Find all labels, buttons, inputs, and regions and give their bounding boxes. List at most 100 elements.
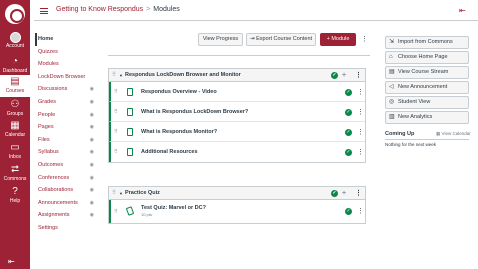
choose-home-page-button[interactable]: ⌂ Choose Home Page bbox=[385, 51, 469, 64]
published-check-icon[interactable]: ✓ bbox=[345, 208, 352, 215]
item-options-icon[interactable]: ⋮ bbox=[357, 149, 364, 156]
module-item-title[interactable]: What is Respondus Monitor? bbox=[141, 129, 217, 135]
add-module-button[interactable]: + Module bbox=[320, 33, 356, 46]
sidebar-button-label: Import from Commons bbox=[398, 39, 453, 45]
nav-help[interactable]: ? Help bbox=[0, 185, 30, 204]
view-progress-button[interactable]: View Progress bbox=[198, 33, 243, 46]
course-nav-label: LockDown Browser bbox=[38, 73, 86, 80]
drag-handle-icon[interactable]: ⠿ bbox=[112, 69, 116, 82]
sidebar-button-label: Student View bbox=[398, 99, 431, 105]
caret-down-icon[interactable]: ▼ bbox=[119, 69, 123, 82]
course-nav-label: Assignments bbox=[38, 212, 70, 219]
drag-handle-icon[interactable]: ⠿ bbox=[114, 129, 118, 135]
course-nav-item-discussions[interactable]: Discussions ◉ bbox=[38, 83, 96, 96]
published-check-icon[interactable]: ✓ bbox=[345, 109, 352, 116]
more-options-icon[interactable]: ⋮ bbox=[361, 36, 368, 43]
drag-handle-icon[interactable]: ⠿ bbox=[114, 89, 118, 95]
published-check-icon[interactable]: ✓ bbox=[331, 190, 338, 197]
course-nav-item-quizzes[interactable]: Quizzes bbox=[38, 46, 96, 59]
student-view-button[interactable]: ◎ Student View bbox=[385, 96, 469, 109]
course-nav-item-modules[interactable]: Modules bbox=[38, 58, 96, 71]
published-check-icon[interactable]: ✓ bbox=[345, 129, 352, 136]
nav-courses[interactable]: ▤ Courses bbox=[0, 75, 30, 97]
item-options-icon[interactable]: ⋮ bbox=[357, 109, 364, 116]
item-options-icon[interactable]: ⋮ bbox=[357, 89, 364, 96]
module-header[interactable]: ⠿ ▼ Respondus LockDown Browser and Monit… bbox=[109, 69, 365, 82]
caret-down-icon[interactable]: ▼ bbox=[119, 187, 123, 200]
header-divider bbox=[34, 20, 478, 21]
item-options-icon[interactable]: ⋮ bbox=[357, 129, 364, 136]
drag-handle-icon[interactable]: ⠿ bbox=[114, 209, 118, 215]
module-item-title[interactable]: What is Respondus LockDown Browser? bbox=[141, 109, 248, 115]
module-item[interactable]: ⠿ Respondus Overview - Video ✓ ⋮ bbox=[109, 82, 365, 102]
nav-dashboard[interactable]: ◔ Dashboard bbox=[0, 55, 30, 74]
module-title: Respondus LockDown Browser and Monitor bbox=[125, 72, 241, 78]
course-nav-item-pages[interactable]: Pages ◉ bbox=[38, 121, 96, 134]
view-course-stream-button[interactable]: ▤ View Course Stream bbox=[385, 66, 469, 79]
course-nav-item-files[interactable]: Files ◉ bbox=[38, 134, 96, 147]
hidden-eye-icon: ◉ bbox=[89, 136, 94, 143]
page-icon bbox=[127, 128, 133, 136]
nav-calendar-label: Calendar bbox=[4, 132, 26, 138]
institution-logo[interactable] bbox=[5, 4, 25, 24]
module-item[interactable]: ⠿ Test Quiz: Marvel or DC? 10 pts ✓ ⋮ bbox=[109, 200, 365, 223]
published-check-icon[interactable]: ✓ bbox=[345, 149, 352, 156]
collapse-nav-icon[interactable]: ⇤ bbox=[8, 257, 15, 266]
add-item-icon[interactable]: + bbox=[342, 72, 346, 79]
nav-calendar[interactable]: ▦ Calendar bbox=[0, 119, 30, 138]
course-nav-item-people[interactable]: People ◉ bbox=[38, 109, 96, 122]
course-nav-item-conferences[interactable]: Conferences ◉ bbox=[38, 172, 96, 185]
course-nav-label: Pages bbox=[38, 124, 54, 131]
module-item[interactable]: ⠿ What is Respondus Monitor? ✓ ⋮ bbox=[109, 122, 365, 142]
import-from-commons-button[interactable]: ⇲ Import from Commons bbox=[385, 36, 469, 49]
course-nav-label: Modules bbox=[38, 61, 59, 68]
course-nav-item-announcements[interactable]: Announcements ◉ bbox=[38, 197, 96, 210]
drag-handle-icon[interactable]: ⠿ bbox=[114, 149, 118, 155]
drag-handle-icon[interactable]: ⠿ bbox=[112, 187, 116, 200]
module-item-title[interactable]: Respondus Overview - Video bbox=[141, 89, 217, 95]
quiz-rocket-icon bbox=[125, 206, 135, 216]
course-nav-item-home[interactable]: Home bbox=[35, 33, 96, 46]
module-item[interactable]: ⠿ What is Respondus LockDown Browser? ✓ … bbox=[109, 102, 365, 122]
calendar-icon: ▦ bbox=[436, 131, 441, 136]
course-nav-label: Files bbox=[38, 136, 50, 143]
course-nav-label: Outcomes bbox=[38, 161, 64, 168]
item-options-icon[interactable]: ⋮ bbox=[357, 208, 364, 215]
nav-account[interactable]: Account bbox=[0, 32, 30, 49]
analytics-icon: ▥ bbox=[389, 114, 395, 120]
breadcrumb-course-link[interactable]: Getting to Know Respondus bbox=[56, 6, 143, 13]
course-nav-item-assignments[interactable]: Assignments ◉ bbox=[38, 209, 96, 222]
nav-groups[interactable]: ⚇ Groups bbox=[0, 98, 30, 117]
course-nav-item-lockdown-browser[interactable]: LockDown Browser bbox=[38, 71, 96, 84]
nav-commons[interactable]: ⮂ Commons bbox=[0, 163, 30, 182]
export-course-content-button[interactable]: ⇥ Export Course Content bbox=[246, 33, 316, 46]
coming-up-title: Coming Up bbox=[385, 131, 415, 137]
course-nav-item-collaborations[interactable]: Collaborations ◉ bbox=[38, 184, 96, 197]
nav-dashboard-label: Dashboard bbox=[2, 68, 28, 74]
new-announcement-button[interactable]: ◁ New Announcement bbox=[385, 81, 469, 94]
module-options-icon[interactable]: ⋮ bbox=[355, 72, 362, 79]
course-nav-item-syllabus[interactable]: Syllabus ◉ bbox=[38, 146, 96, 159]
course-menu-toggle-icon[interactable] bbox=[40, 8, 48, 14]
published-check-icon[interactable]: ✓ bbox=[345, 89, 352, 96]
module-item[interactable]: ⠿ Additional Resources ✓ ⋮ bbox=[109, 142, 365, 162]
view-calendar-link[interactable]: ▦ View Calendar bbox=[436, 131, 471, 137]
nav-account-label: Account bbox=[5, 43, 25, 49]
new-analytics-button[interactable]: ▥ New Analytics bbox=[385, 111, 469, 124]
course-nav-item-settings[interactable]: Settings bbox=[38, 222, 96, 235]
collapse-sidebar-icon[interactable]: ⇤ bbox=[459, 6, 466, 15]
course-nav-item-grades[interactable]: Grades ◉ bbox=[38, 96, 96, 109]
view-calendar-label: View Calendar bbox=[441, 131, 471, 136]
module-header[interactable]: ⠿ ▼ Practice Quiz ✓ + ⋮ bbox=[109, 187, 365, 200]
module-item-title[interactable]: Test Quiz: Marvel or DC? bbox=[141, 205, 206, 211]
published-check-icon[interactable]: ✓ bbox=[331, 72, 338, 79]
drag-handle-icon[interactable]: ⠿ bbox=[114, 109, 118, 115]
breadcrumb-current: Modules bbox=[153, 6, 180, 13]
add-item-icon[interactable]: + bbox=[342, 190, 346, 197]
module-options-icon[interactable]: ⋮ bbox=[355, 190, 362, 197]
course-nav-label: Syllabus bbox=[38, 149, 59, 156]
hidden-eye-icon: ◉ bbox=[89, 86, 94, 93]
module-item-title[interactable]: Additional Resources bbox=[141, 149, 198, 155]
course-nav-item-outcomes[interactable]: Outcomes ◉ bbox=[38, 159, 96, 172]
nav-inbox[interactable]: ▭ Inbox bbox=[0, 141, 30, 160]
